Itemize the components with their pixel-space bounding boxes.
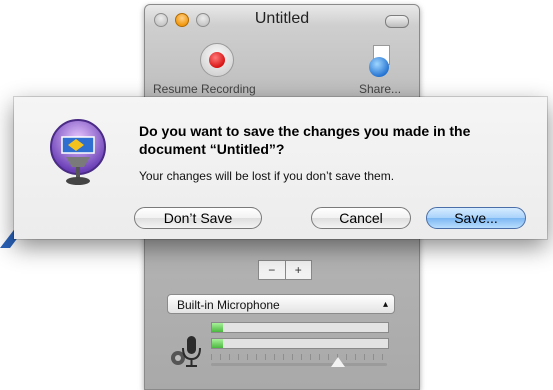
volume-slider-track[interactable] bbox=[211, 363, 387, 366]
stepper-plus-button[interactable]: + bbox=[286, 261, 312, 279]
save-changes-alert: Do you want to save the changes you made… bbox=[14, 97, 547, 239]
alert-title: Do you want to save the changes you made… bbox=[139, 123, 471, 157]
alert-message: Your changes will be lost if you don’t s… bbox=[139, 169, 395, 183]
resume-recording-button[interactable] bbox=[200, 43, 234, 77]
save-button[interactable]: Save... bbox=[426, 207, 526, 229]
volume-slider-thumb[interactable] bbox=[330, 357, 345, 367]
keynote-podium-icon bbox=[50, 119, 106, 185]
share-icon[interactable] bbox=[369, 45, 393, 77]
select-arrows-icon: ▴ bbox=[382, 299, 388, 310]
input-source-select[interactable]: Built-in Microphone ▴ bbox=[167, 294, 395, 314]
toolbar-toggle-button[interactable] bbox=[385, 15, 409, 28]
volume-ticks bbox=[211, 354, 387, 360]
zoom-stepper: − + bbox=[258, 260, 312, 280]
dont-save-button[interactable]: Don’t Save bbox=[134, 207, 262, 229]
share-label: Share... bbox=[359, 82, 402, 96]
window-title: Untitled bbox=[254, 10, 310, 27]
cancel-button[interactable]: Cancel bbox=[311, 207, 411, 229]
input-level-fill-1 bbox=[212, 323, 223, 332]
record-icon bbox=[209, 52, 225, 68]
stepper-minus-button[interactable]: − bbox=[259, 261, 286, 279]
input-level-meter-2 bbox=[211, 338, 389, 349]
resume-recording-label: Resume Recording bbox=[153, 82, 256, 96]
microphone-icon[interactable] bbox=[169, 334, 205, 368]
input-source-value: Built-in Microphone bbox=[177, 298, 280, 312]
input-level-fill-2 bbox=[212, 339, 223, 348]
input-level-meter-1 bbox=[211, 322, 389, 333]
